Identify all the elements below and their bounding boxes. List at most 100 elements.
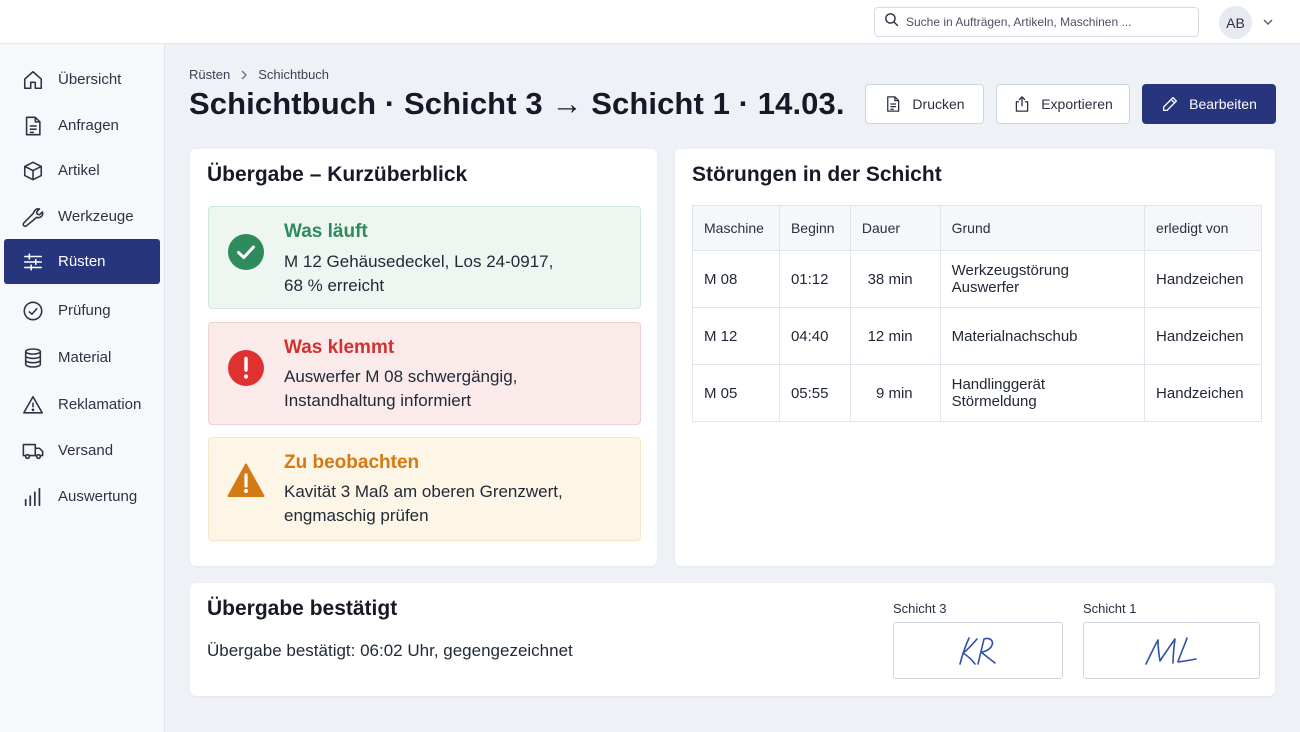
- confirmation-title: Übergabe bestätigt: [207, 597, 398, 620]
- signature-kr: [959, 637, 996, 665]
- pencil-icon: [1163, 96, 1178, 112]
- cell-machine: M 08: [692, 250, 780, 308]
- export-button[interactable]: Exportieren: [996, 84, 1130, 124]
- cell-reason: Werkzeugstörung Auswerfer: [939, 250, 1146, 308]
- status-watch-line: Kavität 3 Maß am oberen Grenzwert,: [284, 482, 563, 501]
- check-circle-icon: [227, 233, 265, 271]
- status-blocking-title: Was klemmt: [284, 337, 395, 358]
- sidebar-item-pruefung[interactable]: Prüfung: [4, 288, 160, 333]
- sidebar-item-label: Übersicht: [58, 71, 122, 88]
- share-icon: [1015, 96, 1029, 112]
- cell-reason: Handlinggerät Störmeldung: [939, 364, 1146, 422]
- status-running: Was läuft M 12 Gehäusedeckel, Los 24-091…: [208, 206, 641, 309]
- check-circle-icon: [22, 300, 44, 322]
- breadcrumb-current: Schichtbuch: [258, 67, 330, 82]
- disruptions-table: Maschine Beginn Dauer Grund erledigt von…: [692, 205, 1262, 422]
- cell-machine: M 05: [692, 364, 780, 422]
- bar-chart-icon: [22, 486, 44, 508]
- edit-button[interactable]: Bearbeiten: [1142, 84, 1276, 124]
- column-header[interactable]: Dauer: [849, 205, 941, 251]
- signature-ml: [1145, 637, 1197, 665]
- box-icon: [22, 160, 44, 182]
- top-bar: AB: [0, 0, 1300, 44]
- cell-start: 05:55: [778, 364, 851, 422]
- sidebar-item-label: Versand: [58, 442, 114, 459]
- sidebar-item-anfragen[interactable]: Anfragen: [4, 103, 160, 148]
- status-watch-title: Zu beobachten: [284, 452, 420, 473]
- table-row[interactable]: M 12 04:40 12 min Materialnachschub Hand…: [692, 307, 1262, 365]
- search-icon: [883, 11, 900, 33]
- sidebar-item-ruesten[interactable]: Rüsten: [4, 239, 160, 284]
- status-blocking-line: Instandhaltung informiert: [284, 391, 472, 410]
- sidebar-item-auswertung[interactable]: Auswertung: [4, 474, 160, 519]
- cell-duration: 9 min: [849, 364, 941, 422]
- chevron-down-icon[interactable]: [1260, 14, 1276, 30]
- sidebar-item-reklamation[interactable]: Reklamation: [4, 382, 160, 427]
- breadcrumb: Rüsten Schichtbuch: [189, 67, 329, 82]
- cell-done-by: Handzeichen: [1144, 250, 1262, 308]
- status-blocking: Was klemmt Auswerfer M 08 schwergängig, …: [208, 322, 641, 425]
- database-icon: [22, 347, 44, 369]
- status-watch-text: Kavität 3 Maß am oberen Grenzwert, engma…: [284, 480, 624, 528]
- cell-start: 04:40: [778, 307, 851, 365]
- truck-icon: [22, 440, 44, 462]
- status-running-line: M 12 Gehäusedeckel, Los 24-0917,: [284, 252, 554, 271]
- signature-box-shift-1[interactable]: [1083, 622, 1260, 679]
- table-row[interactable]: M 08 01:12 38 min Werkzeugstörung Auswer…: [692, 250, 1262, 308]
- print-button[interactable]: Drucken: [865, 84, 984, 124]
- cell-done-by: Handzeichen: [1144, 307, 1262, 365]
- handover-summary-title: Übergabe – Kurzüberblick: [207, 163, 468, 186]
- warning-icon: [22, 394, 44, 416]
- sidebar-item-material[interactable]: Material: [4, 335, 160, 380]
- search-box[interactable]: [874, 7, 1199, 37]
- signature-label-shift-3: Schicht 3: [893, 601, 947, 616]
- sliders-icon: [22, 251, 44, 273]
- page-title: Schichtbuch · Schicht 3 → Schicht 1 · 14…: [189, 86, 845, 121]
- sidebar-item-label: Prüfung: [58, 302, 111, 319]
- document-icon: [887, 96, 900, 112]
- column-header[interactable]: Maschine: [692, 205, 780, 251]
- sidebar-item-werkzeuge[interactable]: Werkzeuge: [4, 194, 160, 239]
- sidebar-item-label: Material: [58, 349, 112, 366]
- avatar[interactable]: AB: [1219, 6, 1252, 39]
- cell-duration: 38 min: [849, 250, 941, 308]
- column-header[interactable]: Beginn: [778, 205, 851, 251]
- disruptions-card: Störungen in der Schicht Maschine Beginn…: [675, 149, 1275, 566]
- cell-machine: M 12: [692, 307, 780, 365]
- print-button-label: Drucken: [912, 96, 965, 112]
- sidebar-item-label: Artikel: [58, 162, 100, 179]
- wrench-icon: [22, 206, 44, 228]
- sidebar-item-label: Auswertung: [58, 488, 138, 505]
- breadcrumb-link-ruesten[interactable]: Rüsten: [189, 67, 230, 82]
- status-running-text: M 12 Gehäusedeckel, Los 24-0917, 68 % er…: [284, 250, 624, 298]
- sidebar-item-artikel[interactable]: Artikel: [4, 148, 160, 193]
- cell-duration: 12 min: [849, 307, 941, 365]
- sidebar-item-label: Reklamation: [58, 396, 142, 413]
- export-button-label: Exportieren: [1041, 96, 1113, 112]
- table-header-row: Maschine Beginn Dauer Grund erledigt von: [692, 205, 1262, 251]
- chevron-right-icon: [241, 70, 248, 79]
- signature-label-shift-1: Schicht 1: [1083, 601, 1137, 616]
- disruptions-title: Störungen in der Schicht: [692, 163, 942, 186]
- sidebar-item-label: Anfragen: [58, 117, 119, 134]
- status-running-line: 68 % erreicht: [284, 276, 385, 295]
- signature-box-shift-3[interactable]: [893, 622, 1063, 679]
- column-header[interactable]: erledigt von: [1144, 205, 1262, 251]
- confirmation-text: Übergabe bestätigt: 06:02 Uhr, gegengeze…: [207, 641, 573, 660]
- status-running-title: Was läuft: [284, 221, 368, 242]
- handover-summary-card: Übergabe – Kurzüberblick Was läuft M 12 …: [190, 149, 657, 566]
- cell-reason: Materialnachschub: [939, 307, 1146, 365]
- table-row[interactable]: M 05 05:55 9 min Handlinggerät Störmeldu…: [692, 364, 1262, 422]
- alert-circle-icon: [227, 349, 265, 387]
- cell-done-by: Handzeichen: [1144, 364, 1262, 422]
- status-blocking-text: Auswerfer M 08 schwergängig, Instandhalt…: [284, 365, 624, 413]
- status-watch-line: engmaschig prüfen: [284, 506, 429, 525]
- search-input[interactable]: [906, 15, 1196, 29]
- sidebar-item-versand[interactable]: Versand: [4, 428, 160, 473]
- sidebar: Übersicht Anfragen Artikel Werkzeuge Rüs…: [0, 44, 165, 732]
- edit-button-label: Bearbeiten: [1189, 96, 1257, 112]
- sidebar-item-uebersicht[interactable]: Übersicht: [4, 57, 160, 102]
- column-header[interactable]: Grund: [939, 205, 1146, 251]
- status-watch: Zu beobachten Kavität 3 Maß am oberen Gr…: [208, 437, 641, 541]
- home-icon: [22, 69, 44, 91]
